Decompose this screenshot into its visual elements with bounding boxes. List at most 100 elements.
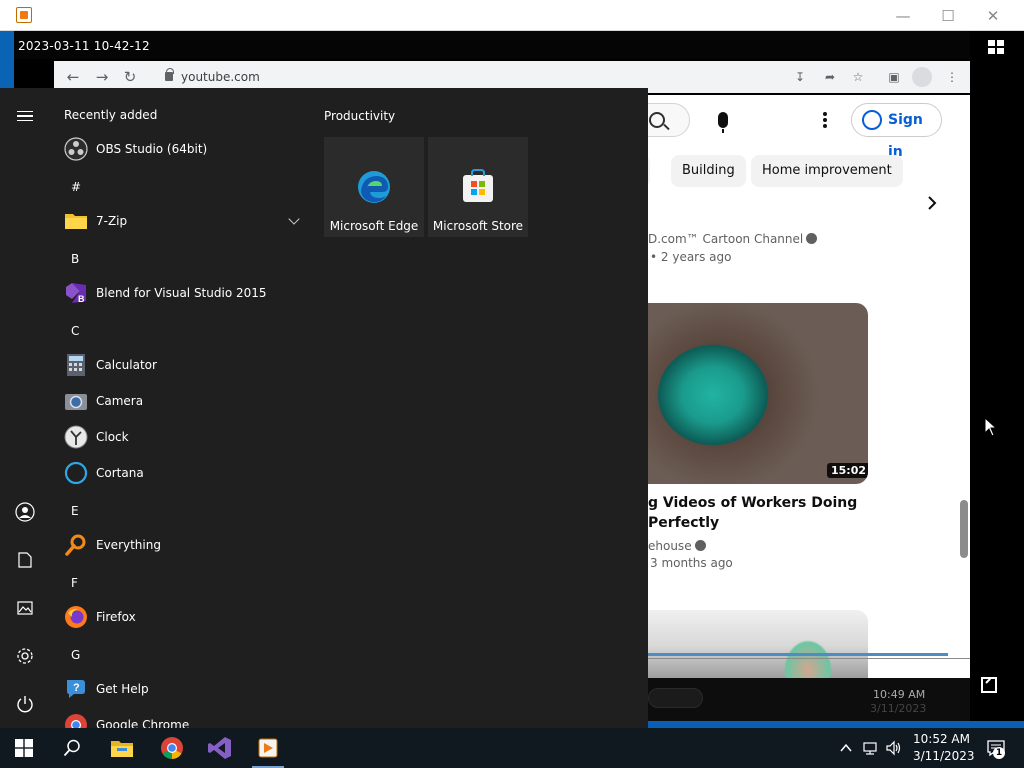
verified-icon (694, 540, 706, 551)
back-arrow-icon[interactable]: ← (63, 67, 83, 87)
settings-gear-icon[interactable] (0, 632, 50, 680)
volume-icon[interactable] (885, 740, 901, 756)
chevron-up-icon[interactable] (838, 740, 854, 756)
player-seek-track[interactable] (648, 658, 1008, 659)
reload-icon[interactable]: ↻ (120, 67, 140, 87)
app-camera[interactable]: Camera (64, 383, 304, 419)
clock-icon (64, 425, 88, 449)
video2-thumbnail[interactable]: 15:02 (648, 303, 868, 484)
taskbar-search-button[interactable] (48, 728, 96, 768)
app-label: Cortana (96, 466, 144, 480)
pictures-icon[interactable] (0, 584, 50, 632)
app-7zip-folder[interactable]: 7-Zip (64, 203, 304, 239)
minimize-button[interactable]: — (880, 0, 926, 31)
clock-date[interactable]: 3/11/2023 (913, 749, 975, 763)
app-clock[interactable]: Clock (64, 419, 304, 455)
app-everything[interactable]: Everything (64, 527, 304, 563)
profile-avatar-icon[interactable] (912, 67, 932, 87)
youtube-page: Sign in Building Home improvement D.com™… (648, 95, 971, 717)
tile-microsoft-edge[interactable]: Microsoft Edge (324, 137, 424, 237)
recently-added-header: Recently added (64, 108, 158, 122)
app-label: Everything (96, 538, 161, 552)
search-icon (63, 739, 80, 757)
app-label: Blend for Visual Studio 2015 (96, 286, 267, 300)
star-icon[interactable]: ☆ (850, 69, 866, 85)
letter-header-e[interactable]: E (71, 493, 101, 529)
get-help-icon: ? (64, 677, 88, 701)
search-icon[interactable] (648, 103, 690, 137)
lock-icon (165, 68, 174, 81)
app-get-help[interactable]: ? Get Help (64, 671, 304, 707)
app-label: Get Help (96, 682, 149, 696)
taskbar-visual-studio[interactable] (196, 728, 244, 768)
letter-header-c[interactable]: C (71, 313, 101, 349)
close-button[interactable]: ✕ (970, 0, 1016, 31)
microphone-icon[interactable] (718, 112, 728, 133)
letter-header-g[interactable]: G (71, 637, 101, 673)
tile-microsoft-store[interactable]: Microsoft Store (428, 137, 528, 237)
video1-channel[interactable]: D.com™ Cartoon Channel (648, 232, 818, 246)
sign-in-button[interactable]: Sign in (851, 103, 942, 160)
tile-label: Microsoft Store (432, 219, 524, 233)
productivity-header: Productivity (324, 109, 396, 123)
filter-chip-home-improvement[interactable]: Home improvement (751, 155, 903, 187)
app-obs-studio[interactable]: OBS Studio (64bit) (64, 131, 304, 167)
letter-header-f[interactable]: F (71, 565, 101, 601)
video1-channel-name: D.com™ Cartoon Channel (648, 232, 804, 246)
side-panel-icon[interactable]: ▣ (886, 69, 902, 85)
edge-icon (358, 171, 390, 203)
app-firefox[interactable]: Firefox (64, 599, 304, 635)
share-icon[interactable]: ➦ (822, 69, 838, 85)
start-menu: Recently added OBS Studio (64bit) # 7-Zi… (0, 88, 648, 728)
taskbar-file-explorer[interactable] (98, 728, 146, 768)
app-cortana[interactable]: Cortana (64, 455, 304, 491)
hamburger-menu-icon[interactable] (0, 92, 50, 140)
recorded-taskbar: 10:49 AM 3/11/2023 (648, 678, 971, 721)
letter-header-hash[interactable]: # (71, 169, 101, 205)
verified-icon (806, 233, 818, 244)
folder-icon (64, 209, 88, 233)
notification-center-button[interactable]: 1 (976, 728, 1016, 768)
video2-channel[interactable]: ehouse (648, 539, 706, 553)
chrome-icon (64, 713, 88, 728)
browser-tabbar (14, 31, 971, 59)
taskbar: 10:52 AM 3/11/2023 1 (0, 728, 1024, 768)
app-calculator[interactable]: Calculator (64, 347, 304, 383)
install-icon[interactable]: ↧ (792, 69, 808, 85)
filter-chip-partial[interactable] (648, 155, 650, 187)
letter-header-b[interactable]: B (71, 241, 101, 277)
taskbar-media-player[interactable] (244, 728, 292, 768)
video2-duration: 15:02 (827, 463, 868, 478)
start-button[interactable] (0, 728, 48, 768)
filter-chip-building[interactable]: Building (671, 155, 746, 187)
video2-title-line2[interactable]: Perfectly (648, 515, 719, 531)
video1-meta: • 2 years ago (650, 250, 732, 264)
app-blend-visual-studio[interactable]: B Blend for Visual Studio 2015 (64, 275, 304, 311)
snap-layout-icon[interactable] (988, 40, 1004, 54)
address-bar[interactable]: youtube.com (181, 70, 260, 84)
file-explorer-icon (111, 741, 133, 757)
media-player-icon (258, 738, 278, 758)
maximize-button[interactable]: ☐ (925, 0, 971, 31)
browser-menu-icon[interactable]: ⋮ (944, 69, 960, 85)
video2-channel-name: ehouse (648, 539, 692, 553)
notification-count-badge: 1 (993, 747, 1005, 759)
app-google-chrome[interactable]: Google Chrome (64, 707, 304, 728)
svg-text:?: ? (73, 682, 80, 694)
video-right-edge (970, 31, 1024, 721)
expand-icon[interactable] (981, 677, 997, 693)
video2-title-line1[interactable]: g Videos of Workers Doing (648, 495, 857, 511)
app-label: Firefox (96, 610, 136, 624)
power-icon[interactable] (0, 680, 50, 728)
recorded-pill (648, 688, 703, 708)
more-options-icon[interactable] (823, 112, 827, 128)
forward-arrow-icon[interactable]: → (92, 67, 112, 87)
recording-timestamp: 2023-03-11 10-42-12 (18, 39, 150, 53)
user-account-icon[interactable] (0, 488, 50, 536)
network-icon[interactable] (862, 740, 878, 756)
clock-time[interactable]: 10:52 AM (913, 732, 970, 746)
page-scrollbar[interactable] (960, 500, 968, 558)
taskbar-chrome[interactable] (148, 728, 196, 768)
chevron-right-icon[interactable] (926, 195, 938, 211)
documents-icon[interactable] (0, 536, 50, 584)
